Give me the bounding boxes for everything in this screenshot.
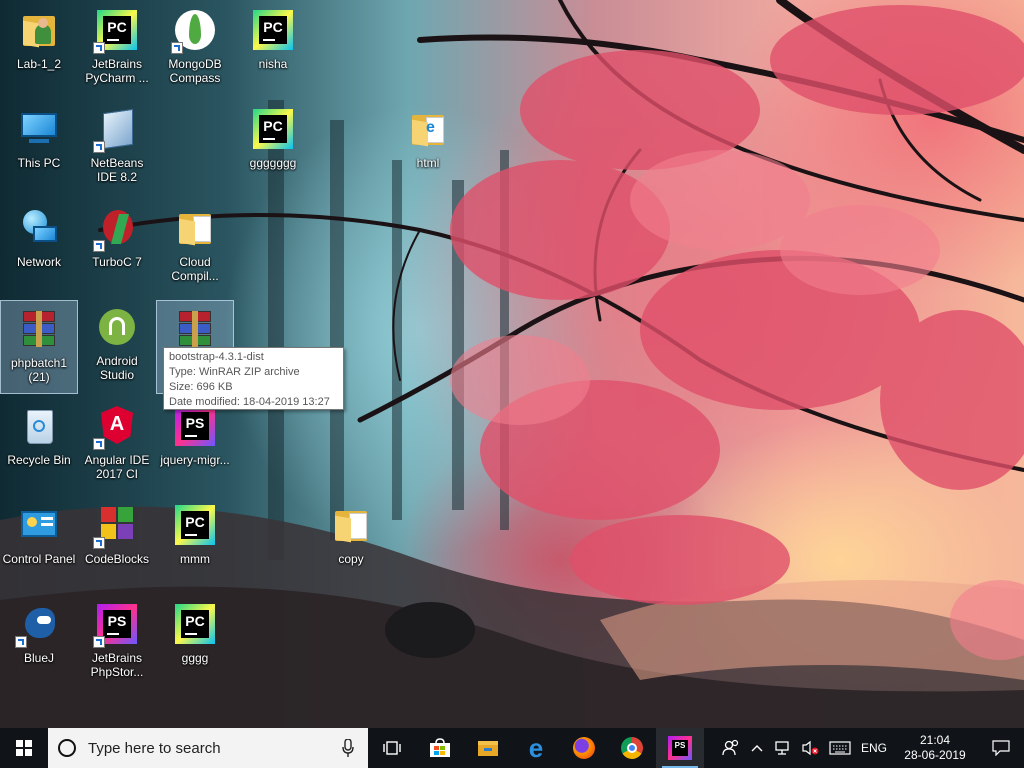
desktop-icon-mmm[interactable]: PC mmm [157,497,233,589]
tooltip-filename: bootstrap-4.3.1-dist [169,351,264,363]
chevron-up-icon [751,745,763,752]
winrar-icon [171,305,219,353]
desktop-icon-copy[interactable]: copy [313,497,389,589]
taskbar-firefox-button[interactable] [560,728,608,768]
android-studio-icon [93,303,141,351]
file-explorer-icon [478,741,498,756]
taskbar-phpstorm-button[interactable]: PS [656,728,704,768]
people-icon [722,739,739,756]
desktop-icon-jquery-migrate[interactable]: PS jquery-migr... [157,398,233,490]
phpstorm-icon: PS [668,736,692,760]
task-view-button[interactable] [368,728,416,768]
clock-date: 28-06-2019 [904,748,966,762]
winrar-icon [15,305,63,353]
taskbar: e PS [0,728,1024,768]
netbeans-icon [93,105,141,153]
desktop-icon-netbeans[interactable]: NetBeans IDE 8.2 [79,101,155,193]
store-icon [430,738,450,757]
desktop-icon-html[interactable]: e html [390,101,466,193]
network-status-button[interactable] [768,728,796,768]
mongodb-icon [171,6,219,54]
firefox-icon [573,737,595,759]
angular-icon: A [93,402,141,450]
desktop-icon-angular-ide[interactable]: A Angular IDE 2017 CI [79,398,155,490]
system-tray: ENG 21:04 28-06-2019 [716,728,1024,768]
codeblocks-icon [93,501,141,549]
tooltip-size: Size: 696 KB [169,381,233,393]
taskbar-chrome-button[interactable] [608,728,656,768]
computer-icon [15,105,63,153]
volume-muted-icon [802,740,819,756]
edge-icon: e [528,733,544,763]
chrome-icon [621,737,643,759]
desktop-icon-this-pc[interactable]: This PC [1,101,77,193]
control-panel-icon [15,501,63,549]
windows-logo-icon [16,740,32,756]
desktop-icon-control-panel[interactable]: Control Panel [1,497,77,589]
pycharm-icon: PC [171,501,219,549]
desktop-icon-android-studio[interactable]: Android Studio [79,299,155,391]
bluej-icon [15,600,63,648]
desktop-icon-ggggggg[interactable]: PC ggggggg [235,101,311,193]
pycharm-icon: PC [249,6,297,54]
people-button[interactable] [716,728,746,768]
network-icon [15,204,63,252]
start-button[interactable] [0,728,48,768]
desktop-icon-turboc[interactable]: TurboC 7 [79,200,155,292]
tooltip-type: Type: WinRAR ZIP archive [169,366,300,378]
folder-icon [171,204,219,252]
touch-keyboard-button[interactable] [824,728,856,768]
tooltip-date-modified: Date modified: 18-04-2019 13:27 [169,396,330,408]
task-view-icon [383,741,401,755]
desktop-icon-recycle-bin[interactable]: Recycle Bin [1,398,77,490]
desktop-icon-mongodb-compass[interactable]: MongoDB Compass [157,2,233,94]
pycharm-icon: PC [93,6,141,54]
desktop-icon-phpbatch1[interactable]: phpbatch1 (21) [0,300,78,394]
pycharm-icon: PC [171,600,219,648]
network-tray-icon [775,741,789,755]
pycharm-icon: PC [249,105,297,153]
taskbar-file-explorer-button[interactable] [464,728,512,768]
desktop-icon-network[interactable]: Network [1,200,77,292]
turboc-icon [93,204,141,252]
notification-icon [992,740,1010,756]
microphone-icon[interactable] [342,739,354,757]
desktop-icon-phpstorm[interactable]: PS JetBrains PhpStor... [79,596,155,688]
cortana-icon [58,739,76,757]
file-tooltip: bootstrap-4.3.1-dist Type: WinRAR ZIP ar… [163,347,344,410]
desktop-icon-pycharm[interactable]: PC JetBrains PyCharm ... [79,2,155,94]
folder-ie-icon: e [404,105,452,153]
desktop-icon-lab-1-2[interactable]: Lab-1_2 [1,2,77,94]
desktop-icon-codeblocks[interactable]: CodeBlocks [79,497,155,589]
taskbar-store-button[interactable] [416,728,464,768]
folder-user-icon [15,6,63,54]
clock-button[interactable]: 21:04 28-06-2019 [892,728,978,768]
desktop-icon-bluej[interactable]: BlueJ [1,596,77,688]
input-language-button[interactable]: ENG [856,728,892,768]
action-center-button[interactable] [978,728,1024,768]
show-hidden-icons-button[interactable] [746,728,768,768]
search-input[interactable] [86,738,330,758]
taskbar-search-box[interactable] [48,728,368,768]
folder-icon [327,501,375,549]
volume-button[interactable] [796,728,824,768]
phpstorm-icon: PS [93,600,141,648]
desktop-icon-gggg[interactable]: PC gggg [157,596,233,688]
clock-time: 21:04 [919,733,950,747]
recycle-bin-icon [15,402,63,450]
desktop-icon-nisha[interactable]: PC nisha [235,2,311,94]
taskbar-edge-button[interactable]: e [512,728,560,768]
keyboard-icon [829,741,851,755]
desktop-icon-cloud-compiler[interactable]: Cloud Compil... [157,200,233,292]
